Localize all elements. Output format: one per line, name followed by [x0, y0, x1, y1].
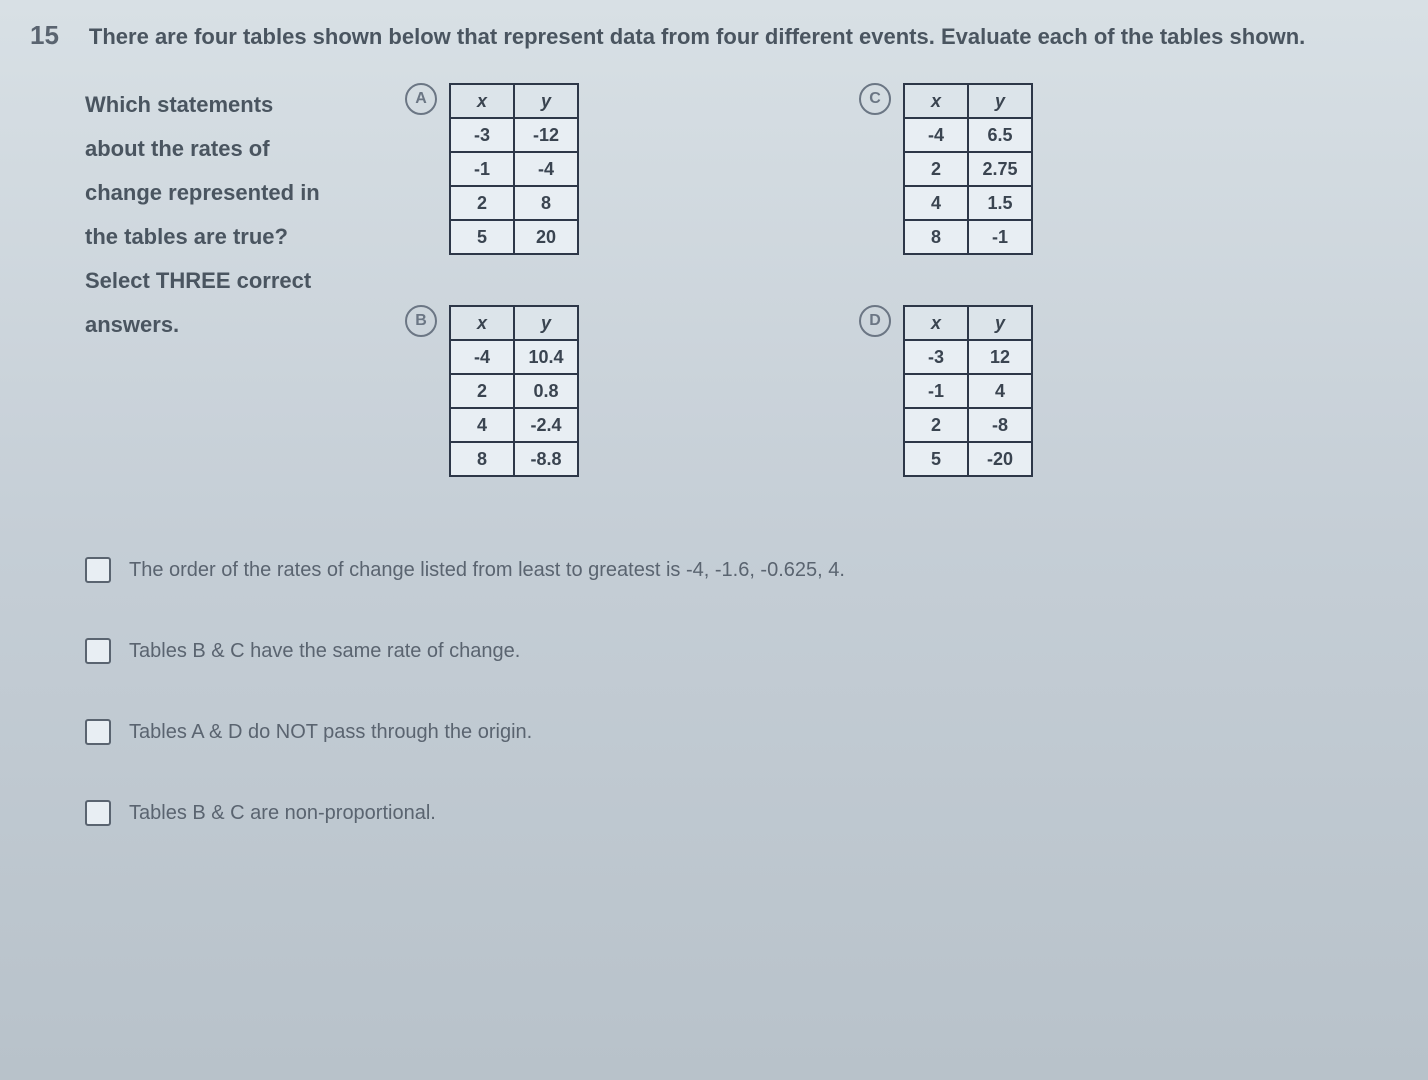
answer-checkbox-3[interactable] [85, 719, 111, 745]
answer-option: Tables A & D do NOT pass through the ori… [85, 719, 1398, 745]
table-cell: 8 [904, 220, 968, 254]
table-cell: 8 [450, 442, 514, 476]
answer-text: The order of the rates of change listed … [129, 559, 845, 582]
prompt-line: Select THREE correct [85, 259, 365, 303]
table-cell: 6.5 [968, 118, 1032, 152]
table-cell: 10.4 [514, 340, 578, 374]
table-cell: -1 [450, 152, 514, 186]
table-cell: 8 [514, 186, 578, 220]
table-cell: -4 [450, 340, 514, 374]
table-cell: 5 [450, 220, 514, 254]
table-cell: -8 [968, 408, 1032, 442]
table-cell: -4 [514, 152, 578, 186]
answer-option: Tables B & C have the same rate of chang… [85, 638, 1398, 664]
table-cell: -1 [904, 374, 968, 408]
data-table-a: xy -3-12 -1-4 28 520 [449, 83, 579, 255]
prompt-line: answers. [85, 303, 365, 347]
prompt-line: the tables are true? [85, 215, 365, 259]
answers-section: The order of the rates of change listed … [85, 557, 1398, 826]
table-cell: -1 [968, 220, 1032, 254]
table-cell: -4 [904, 118, 968, 152]
table-cell: 4 [450, 408, 514, 442]
table-header: x [450, 306, 514, 340]
answer-text: Tables B & C have the same rate of chang… [129, 640, 520, 663]
answer-option: The order of the rates of change listed … [85, 557, 1398, 583]
table-header: y [968, 84, 1032, 118]
table-cell: 0.8 [514, 374, 578, 408]
data-table-b: xy -410.4 20.8 4-2.4 8-8.8 [449, 305, 579, 477]
table-label-d: D [859, 305, 891, 337]
table-cell: -3 [904, 340, 968, 374]
answer-checkbox-2[interactable] [85, 638, 111, 664]
table-a: A xy -3-12 -1-4 28 520 [405, 83, 579, 255]
table-cell: 2.75 [968, 152, 1032, 186]
table-label-c: C [859, 83, 891, 115]
table-header: y [514, 306, 578, 340]
question-number: 15 [30, 20, 59, 51]
table-cell: 20 [514, 220, 578, 254]
answer-text: Tables A & D do NOT pass through the ori… [129, 721, 532, 744]
table-cell: 4 [904, 186, 968, 220]
table-label-a: A [405, 83, 437, 115]
table-cell: 2 [450, 374, 514, 408]
answer-checkbox-4[interactable] [85, 800, 111, 826]
table-cell: 5 [904, 442, 968, 476]
table-cell: 12 [968, 340, 1032, 374]
prompt-line: change represented in [85, 171, 365, 215]
answer-option: Tables B & C are non-proportional. [85, 800, 1398, 826]
table-header: y [968, 306, 1032, 340]
table-c: C xy -46.5 22.75 41.5 8-1 [859, 83, 1033, 255]
table-b: B xy -410.4 20.8 4-2.4 8-8.8 [405, 305, 579, 477]
table-cell: -12 [514, 118, 578, 152]
answer-text: Tables B & C are non-proportional. [129, 802, 436, 825]
prompt-line: Which statements [85, 83, 365, 127]
statements-prompt: Which statements about the rates of chan… [85, 83, 365, 477]
table-cell: 2 [450, 186, 514, 220]
prompt-line: about the rates of [85, 127, 365, 171]
question-text: There are four tables shown below that r… [89, 20, 1305, 53]
table-cell: 2 [904, 152, 968, 186]
table-header: x [450, 84, 514, 118]
data-table-d: xy -312 -14 2-8 5-20 [903, 305, 1033, 477]
table-cell: 1.5 [968, 186, 1032, 220]
table-cell: 2 [904, 408, 968, 442]
data-table-c: xy -46.5 22.75 41.5 8-1 [903, 83, 1033, 255]
answer-checkbox-1[interactable] [85, 557, 111, 583]
table-label-b: B [405, 305, 437, 337]
table-cell: -8.8 [514, 442, 578, 476]
table-cell: -3 [450, 118, 514, 152]
table-header: x [904, 84, 968, 118]
table-header: y [514, 84, 578, 118]
table-header: x [904, 306, 968, 340]
table-d: D xy -312 -14 2-8 5-20 [859, 305, 1033, 477]
table-cell: -20 [968, 442, 1032, 476]
table-cell: 4 [968, 374, 1032, 408]
table-cell: -2.4 [514, 408, 578, 442]
